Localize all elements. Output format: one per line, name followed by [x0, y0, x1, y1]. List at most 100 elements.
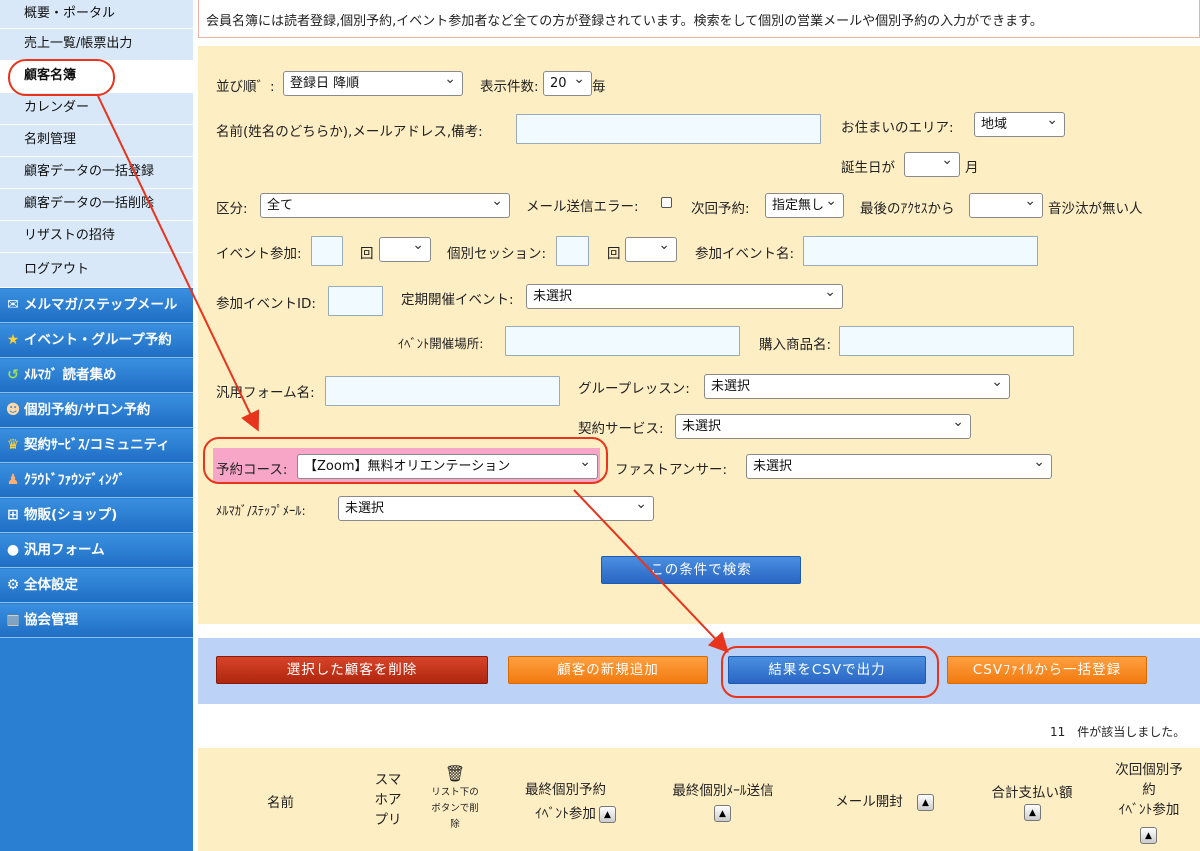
sort-next-booking-button[interactable]: ▲	[1140, 827, 1157, 844]
last-access-label: 最後のｱｸｾｽから	[860, 201, 955, 217]
sidebar-item-label: 全体設定	[24, 577, 78, 593]
area-label: お住まいのエリア:	[841, 120, 954, 136]
sidebar-item-shop[interactable]: ⊞ 物販(ショップ)	[0, 499, 193, 533]
next-booking-label: 次回予約:	[691, 201, 750, 217]
form-label: 汎用フォーム名:	[216, 385, 315, 401]
person-icon: ♟	[6, 472, 20, 488]
event-id-input[interactable]	[328, 286, 383, 316]
sidebar-item-events[interactable]: ★ イベント・グループ予約	[0, 324, 193, 358]
group-icon: ☻	[5, 402, 21, 418]
fast-answer-label: ファストアンサー:	[615, 462, 728, 478]
sidebar-item-booking[interactable]: ☻ 個別予約/サロン予約	[0, 394, 193, 428]
sidebar-item-calendar[interactable]: カレンダー	[0, 93, 193, 125]
sidebar-item-portal[interactable]: 概要・ポータル	[0, 0, 193, 29]
trash-note: リスト下の ボタンで削 除	[431, 787, 479, 830]
sidebar-item-reader-collect[interactable]: ↺ ﾒﾙﾏｶﾞ 読者集め	[0, 359, 193, 393]
last-access-select[interactable]	[969, 193, 1043, 218]
sidebar-item-business-cards[interactable]: 名刺管理	[0, 125, 193, 157]
sidebar-item-label: ﾒﾙﾏｶﾞ 読者集め	[24, 367, 117, 383]
star-icon: ★	[6, 332, 20, 348]
search-button[interactable]: この条件で検索	[601, 556, 801, 584]
annotation-circle-customer-list	[8, 59, 115, 96]
venue-label: ｲﾍﾞﾝﾄ開催場所:	[398, 336, 484, 351]
sidebar-item-label: イベント・グループ予約	[24, 332, 172, 348]
sidebar-item-contract[interactable]: ♛ 契約ｻｰﾋﾞｽ/コミュニティ	[0, 429, 193, 463]
sort-last-booking-button[interactable]: ▲	[599, 806, 616, 823]
import-csv-button[interactable]: CSVﾌｧｲﾙから一括登録	[947, 656, 1147, 684]
sidebar-item-label: 契約ｻｰﾋﾞｽ/コミュニティ	[24, 437, 170, 453]
fast-answer-select[interactable]: 未選択	[746, 454, 1052, 479]
sidebar-item-mailmag[interactable]: ✉ メルマガ/ステップメール	[0, 289, 193, 323]
sort-last-mail-button[interactable]: ▲	[714, 805, 731, 822]
notice-banner: 会員名簿には読者登録,個別予約,イベント参加者など全ての方が登録されています。検…	[198, 0, 1200, 38]
sidebar-item-forms[interactable]: ● 汎用フォーム	[0, 534, 193, 568]
sidebar-item-logout[interactable]: ログアウト	[0, 253, 193, 288]
regular-event-select[interactable]: 未選択	[526, 284, 843, 309]
next-booking-select[interactable]: 指定無し	[765, 193, 844, 218]
birthday-select[interactable]	[904, 152, 960, 177]
col-next-booking: 次回個別予 約 ｲﾍﾞﾝﾄ参加	[1115, 762, 1183, 818]
cart-icon: ⊞	[7, 507, 19, 523]
category-select[interactable]: 全て	[260, 193, 510, 218]
trash-icon[interactable]: 🗑	[420, 763, 490, 785]
mailmag-select[interactable]: 未選択	[338, 496, 654, 521]
envelope-icon: ✉	[7, 297, 19, 313]
session-count-input[interactable]	[556, 236, 589, 266]
name-label: 名前(姓名のどちらか),メールアドレス,備考:	[216, 124, 483, 140]
name-input[interactable]	[516, 114, 821, 144]
venue-input[interactable]	[505, 326, 740, 356]
sidebar: 概要・ポータル 売上一覧/帳票出力 顧客名簿 カレンダー 名刺管理 顧客データの…	[0, 0, 193, 851]
count-select[interactable]: 20	[543, 71, 592, 96]
sidebar-item-sales[interactable]: 売上一覧/帳票出力	[0, 29, 193, 61]
action-bar: 選択した顧客を削除 顧客の新規追加 結果をCSVで出力 CSVﾌｧｲﾙから一括登…	[198, 638, 1200, 704]
col-mail-open: メール開封	[835, 794, 903, 810]
col-name: 名前	[267, 795, 294, 811]
event-times-select[interactable]	[379, 237, 431, 262]
recycle-icon: ↺	[7, 367, 19, 383]
add-customer-button[interactable]: 顧客の新規追加	[508, 656, 708, 684]
sort-mail-open-button[interactable]: ▲	[917, 794, 934, 811]
sidebar-item-settings[interactable]: ⚙ 全体設定	[0, 569, 193, 603]
col-last-mail: 最終個別ﾒｰﾙ送信	[672, 783, 774, 799]
sort-select[interactable]: 登録日 降順	[283, 71, 463, 96]
event-name-input[interactable]	[803, 236, 1038, 266]
mailmag-label: ﾒﾙﾏｶﾞ/ｽﾃｯﾌﾟﾒｰﾙ:	[216, 503, 306, 518]
form-name-input[interactable]	[325, 376, 560, 406]
gear-icon: ⚙	[6, 577, 20, 593]
product-input[interactable]	[839, 326, 1074, 356]
trophy-icon: ♛	[6, 437, 20, 453]
group-lesson-label: グループレッスン:	[578, 381, 690, 397]
birthday-label: 誕生日が	[841, 160, 895, 176]
sort-label: 並び順゛:	[216, 79, 275, 95]
mail-error-checkbox[interactable]	[661, 197, 672, 208]
annotation-circle-export	[721, 646, 939, 698]
event-id-label: 参加イベントID:	[216, 296, 316, 312]
event-count-label: イベント参加:	[216, 246, 302, 262]
sidebar-item-bulk-delete[interactable]: 顧客データの一括削除	[0, 189, 193, 221]
col-smartphone-app: スマ ホア プリ	[374, 772, 402, 828]
group-lesson-select[interactable]: 未選択	[704, 374, 1010, 399]
speech-bubble-icon: ●	[6, 542, 20, 558]
event-name-label: 参加イベント名:	[695, 246, 795, 262]
mail-error-label: メール送信エラー:	[526, 199, 639, 215]
category-label: 区分:	[216, 201, 248, 217]
sidebar-item-association[interactable]: ▥ 協会管理	[0, 604, 193, 638]
count-suffix: 毎	[592, 79, 606, 95]
count-label: 表示件数:	[480, 79, 539, 95]
times-label: 回	[360, 246, 374, 262]
sidebar-item-label: 協会管理	[24, 612, 78, 628]
session-times-select[interactable]	[625, 237, 677, 262]
sort-total-paid-button[interactable]: ▲	[1024, 804, 1041, 821]
event-count-input[interactable]	[311, 236, 343, 266]
delete-selected-button[interactable]: 選択した顧客を削除	[216, 656, 488, 684]
area-select[interactable]: 地域	[974, 112, 1065, 137]
sidebar-item-bulk-register[interactable]: 顧客データの一括登録	[0, 157, 193, 189]
sidebar-item-invite[interactable]: リザストの招待	[0, 221, 193, 253]
result-count: 11 件が該当しました。	[1050, 725, 1186, 739]
sidebar-item-crowdfunding[interactable]: ♟ ｸﾗｳﾄﾞﾌｧｳﾝﾃﾞｨﾝｸﾞ	[0, 464, 193, 498]
product-label: 購入商品名:	[759, 337, 832, 353]
times-label: 回	[607, 246, 621, 262]
contract-select[interactable]: 未選択	[675, 414, 971, 439]
sidebar-item-label: ｸﾗｳﾄﾞﾌｧｳﾝﾃﾞｨﾝｸﾞ	[24, 472, 126, 488]
building-icon: ▥	[6, 612, 20, 628]
